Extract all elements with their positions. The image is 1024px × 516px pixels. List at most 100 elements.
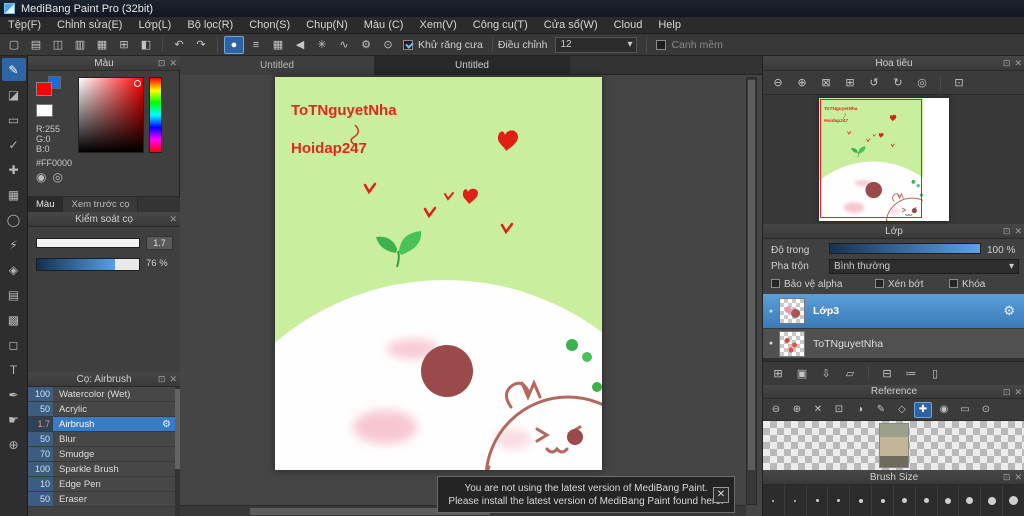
layer-opacity-slider[interactable] [829,243,981,254]
save-file-button[interactable]: ◫ [48,36,68,54]
ref-camera-button[interactable]: ⊙ [977,402,995,418]
brush-size-preset[interactable] [763,485,785,516]
close-icon[interactable]: ✕ [1014,56,1022,71]
scrollbar-thumb[interactable] [748,80,755,470]
add-folder-button[interactable]: ▱ [840,365,860,383]
text-tool-icon[interactable]: T [2,358,26,381]
menu-cua-so[interactable]: Cửa sổ(W) [536,17,606,34]
close-icon[interactable]: ✕ [169,212,177,227]
transparent-color-swatch[interactable] [36,104,53,117]
close-icon[interactable]: ✕ [169,56,177,71]
brush-size-value[interactable]: 1.7 [146,236,173,250]
popout-icon[interactable]: ⊡ [1003,224,1011,239]
menu-tep[interactable]: Tệp(F) [0,17,49,34]
navigator-viewport-rect[interactable] [820,99,922,218]
menu-lop[interactable]: Lớp(L) [130,17,179,34]
brush-row-selected[interactable]: 1.7 Airbrush ⚙ [28,417,175,432]
brush-settings-button[interactable]: ⚙ [356,36,376,54]
brush-opacity-slider[interactable] [36,258,140,271]
brush-size-preset[interactable] [1003,485,1024,516]
gradient-tool-icon[interactable]: ▤ [2,283,26,306]
tab-mau[interactable]: Màu [28,197,64,213]
navigator-thumbnail[interactable] [819,98,949,221]
transfer-layer-button[interactable]: ⊟ [877,365,897,383]
hue-slider[interactable] [149,77,162,153]
layer-visibility-icon[interactable]: ● [763,308,779,315]
brush-target-button[interactable]: ⊙ [378,36,398,54]
brush-row[interactable]: 50 Acrylic [28,402,175,417]
document-tab-1[interactable]: Untitled [180,56,375,75]
ref-pen-button[interactable]: ✎ [872,402,890,418]
hand-tool-icon[interactable]: ☛ [2,408,26,431]
popout-icon[interactable]: ⊡ [158,372,166,387]
add-layer-button[interactable]: ⊞ [768,365,788,383]
alpha-lock-option[interactable]: Bảo vệ alpha [771,279,842,290]
ref-picker-button[interactable]: ◇ [893,402,911,418]
undo-button[interactable]: ↶ [169,36,189,54]
menu-chup[interactable]: Chụp(N) [298,17,356,34]
foreground-color-swatch[interactable] [36,82,52,96]
close-icon[interactable]: ✕ [1014,385,1022,399]
open-file-button[interactable]: ▤ [26,36,46,54]
document-tab-2[interactable]: Untitled [375,56,570,75]
nav-capture-button[interactable]: ⊡ [949,74,969,92]
layer-row-selected[interactable]: ● Lớp3 ⚙ [763,294,1024,328]
window-split-button[interactable]: ◧ [136,36,156,54]
canvas-artwork[interactable]: ToTNguyetNha Hoidap247 [184,77,706,516]
layer-settings-gear-icon[interactable]: ⚙ [1003,303,1024,319]
menu-help[interactable]: Help [650,17,689,34]
brush-size-preset[interactable] [828,485,851,516]
saturation-value-picker[interactable] [78,77,144,153]
grid-view-button[interactable]: ▦ [92,36,112,54]
export-file-button[interactable]: ▥ [70,36,90,54]
brush-size-preset[interactable] [807,485,829,516]
lock-checkbox[interactable] [949,279,958,288]
nav-zoom-out-button[interactable]: ⊖ [768,74,788,92]
close-icon[interactable]: ✕ [1014,224,1022,239]
close-icon[interactable]: ✕ [1014,470,1022,485]
brush-tip-lines-button[interactable]: ≡ [246,36,266,54]
magic-wand-tool-icon[interactable]: ⚡ [2,233,26,256]
brush-row[interactable]: 100 Sparkle Brush [28,462,175,477]
brush-row[interactable]: 10 Edge Pen [28,477,175,492]
ref-fit-button[interactable]: ⊡ [830,402,848,418]
brush-size-slider[interactable] [36,238,140,248]
tab-brush-preview[interactable]: Xem trước cọ [63,197,139,213]
nav-rotate-right-button[interactable]: ↻ [888,74,908,92]
reference-canvas[interactable] [763,421,1024,470]
delete-layer-button[interactable]: ▯ [925,365,945,383]
eraser-tool-icon[interactable]: ◪ [2,83,26,106]
ref-zoom-in-button[interactable]: ⊕ [788,402,806,418]
notification-close-button[interactable]: ✕ [713,487,729,503]
brush-row[interactable]: 100 Watercolor (Wet) [28,387,175,402]
antialias-checkbox[interactable] [403,39,413,50]
new-canvas-button[interactable]: ▢ [4,36,24,54]
shape-tool-icon[interactable]: ◻ [2,333,26,356]
adjust-dropdown[interactable]: 12 ▾ [555,36,638,53]
menu-bo-loc[interactable]: Bộ lọc(R) [179,17,241,34]
duplicate-layer-button[interactable]: ▣ [792,365,812,383]
nav-rotate-left-button[interactable]: ↺ [864,74,884,92]
brush-tip-circle-button[interactable]: ● [224,35,244,54]
brush-row[interactable]: 50 Blur [28,432,175,447]
clip-option[interactable]: Xén bớt [875,279,923,290]
clip-checkbox[interactable] [875,279,884,288]
brush-row[interactable]: 70 Smudge [28,447,175,462]
brush-tool-icon[interactable]: ✎ [1,58,26,81]
menu-cong-cu[interactable]: Công cụ(T) [465,17,536,34]
menu-cloud[interactable]: Cloud [606,17,651,34]
redo-button[interactable]: ↷ [191,36,211,54]
ref-clear-button[interactable]: ✕ [809,402,827,418]
palette-icon[interactable]: ◎ [52,170,62,184]
panel-layout-button[interactable]: ⊞ [114,36,134,54]
nav-zoom-in-button[interactable]: ⊕ [792,74,812,92]
brush-tip-grid-button[interactable]: ▦ [268,36,288,54]
lock-option[interactable]: Khóa [949,279,985,290]
layer-order-button[interactable]: ≔ [901,365,921,383]
nav-actual-size-button[interactable]: ⊞ [840,74,860,92]
select-pen-tool-icon[interactable]: ✓ [2,133,26,156]
layer-row[interactable]: ● ToTNguyetNha [763,328,1024,358]
pen-tool-icon[interactable]: ▭ [2,108,26,131]
popout-icon[interactable]: ⊡ [1003,470,1011,485]
ref-zoom-out-button[interactable]: ⊖ [767,402,785,418]
